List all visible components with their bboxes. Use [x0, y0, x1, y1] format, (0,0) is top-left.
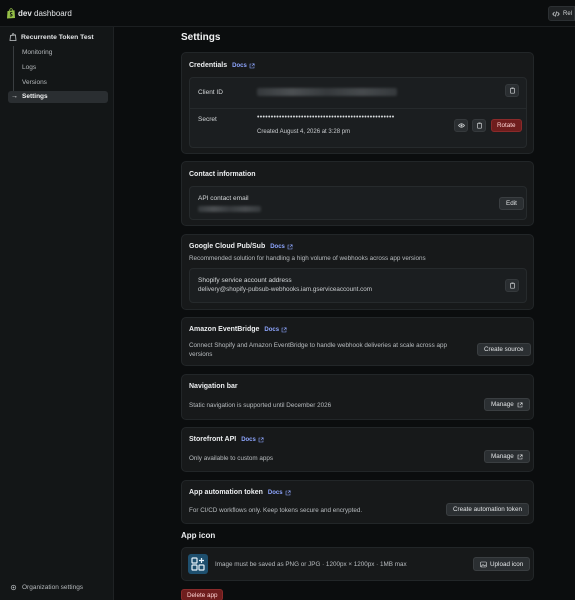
credentials-divider	[190, 108, 526, 109]
app-icon-preview	[188, 554, 208, 574]
credentials-title: Credentials Docs	[189, 62, 255, 69]
reveal-secret-button[interactable]	[454, 119, 468, 132]
app-icon-requirements: Image must be saved as PNG or JPG · 1200…	[215, 561, 407, 568]
release-button[interactable]: Rel	[548, 6, 575, 21]
nav-arrow-icon: →	[11, 93, 18, 100]
credentials-docs-link[interactable]: Docs	[232, 63, 255, 69]
credentials-card: Credentials Docs Client ID Secret ••••••…	[181, 52, 534, 154]
service-account-label: Shopify service account address	[198, 277, 292, 284]
pubsub-docs-link[interactable]: Docs	[270, 244, 293, 250]
contact-information-title: Contact information	[189, 171, 256, 178]
edit-contact-button[interactable]: Edit	[499, 197, 524, 210]
copy-icon	[476, 122, 482, 129]
navigation-bar-title: Navigation bar	[189, 383, 238, 390]
contact-information-card: Contact information API contact email Ed…	[181, 161, 534, 226]
copy-icon	[509, 87, 515, 94]
copy-service-account-button[interactable]	[505, 279, 519, 292]
external-link-icon	[517, 454, 523, 459]
external-link-icon	[285, 490, 291, 495]
brand-title[interactable]: dev dashboard	[18, 9, 72, 18]
eye-icon	[457, 123, 465, 128]
eventbridge-title: Amazon EventBridge Docs	[189, 326, 287, 333]
navigation-bar-description: Static navigation is supported until Dec…	[189, 402, 332, 409]
copy-icon	[509, 282, 515, 289]
contact-inner-panel: API contact email Edit	[189, 186, 527, 220]
external-link-icon	[517, 402, 523, 407]
sidebar-item-monitoring[interactable]: Monitoring	[22, 48, 52, 58]
sidebar-item-versions[interactable]: Versions	[22, 78, 47, 88]
delete-app-button[interactable]: Delete app	[181, 589, 224, 600]
code-icon	[552, 10, 560, 17]
external-link-icon	[287, 244, 293, 249]
pubsub-title: Google Cloud Pub/Sub Docs	[189, 243, 293, 250]
create-source-button[interactable]: Create source	[477, 343, 531, 356]
app-icon-section-title: App icon	[181, 531, 216, 540]
storefront-manage-button[interactable]: Manage	[484, 450, 530, 463]
client-id-value-redacted	[257, 88, 397, 96]
image-upload-icon	[480, 561, 487, 567]
automation-token-card: App automation token Docs For CI/CD work…	[181, 480, 534, 524]
external-link-icon	[281, 327, 287, 332]
storefront-docs-link[interactable]: Docs	[241, 437, 264, 443]
api-contact-email-label: API contact email	[198, 195, 249, 202]
shopify-logo-icon	[7, 8, 15, 19]
sidebar-item-settings[interactable]: Settings	[22, 92, 48, 102]
copy-client-id-button[interactable]	[505, 84, 519, 97]
page-title: Settings	[181, 32, 221, 43]
credentials-inner-panel: Client ID Secret •••••••••••••••••••••••…	[189, 77, 527, 148]
eventbridge-description: Connect Shopify and Amazon EventBridge t…	[189, 342, 447, 358]
organization-settings-link[interactable]: Organization settings	[10, 584, 83, 591]
eventbridge-card: Amazon EventBridge Docs Connect Shopify …	[181, 317, 534, 366]
pubsub-card: Google Cloud Pub/Sub Docs Recommended so…	[181, 234, 534, 310]
external-link-icon	[249, 63, 255, 68]
secret-label: Secret	[198, 116, 217, 123]
rotate-secret-button[interactable]: Rotate	[491, 119, 522, 132]
sidebar-app-name[interactable]: Recurrente Token Test	[9, 33, 94, 41]
app-icon-card: Image must be saved as PNG or JPG · 1200…	[181, 547, 534, 581]
automation-docs-link[interactable]: Docs	[268, 490, 291, 496]
app-icon	[9, 33, 17, 41]
external-link-icon	[258, 437, 264, 442]
sidebar: Recurrente Token Test Monitoring Logs Ve…	[0, 27, 114, 600]
secret-created-date: Created August 4, 2026 at 3:28 pm	[257, 129, 351, 135]
client-id-label: Client ID	[198, 89, 223, 96]
pubsub-description: Recommended solution for handling a high…	[189, 255, 426, 262]
top-bar: dev dashboard Rel	[0, 0, 575, 27]
apps-grid-icon	[191, 557, 205, 571]
pubsub-inner-panel: Shopify service account address delivery…	[189, 268, 527, 303]
api-contact-email-redacted	[198, 206, 261, 212]
gear-icon	[10, 584, 17, 591]
automation-token-description: For CI/CD workflows only. Keep tokens se…	[189, 507, 363, 514]
service-account-value: delivery@shopify-pubsub-webhooks.iam.gse…	[198, 286, 373, 293]
storefront-api-card: Storefront API Docs Only available to cu…	[181, 427, 534, 472]
navigation-bar-manage-button[interactable]: Manage	[484, 398, 530, 411]
create-automation-token-button[interactable]: Create automation token	[446, 503, 529, 516]
upload-icon-button[interactable]: Upload icon	[473, 557, 531, 571]
storefront-api-description: Only available to custom apps	[189, 455, 274, 462]
copy-secret-button[interactable]	[472, 119, 486, 132]
automation-token-title: App automation token Docs	[189, 489, 291, 496]
navigation-bar-card: Navigation bar Static navigation is supp…	[181, 374, 534, 420]
storefront-api-title: Storefront API Docs	[189, 436, 264, 443]
sidebar-item-logs[interactable]: Logs	[22, 63, 36, 73]
secret-masked-value: ••••••••••••••••••••••••••••••••••••••••…	[257, 114, 395, 121]
eventbridge-docs-link[interactable]: Docs	[264, 327, 287, 333]
